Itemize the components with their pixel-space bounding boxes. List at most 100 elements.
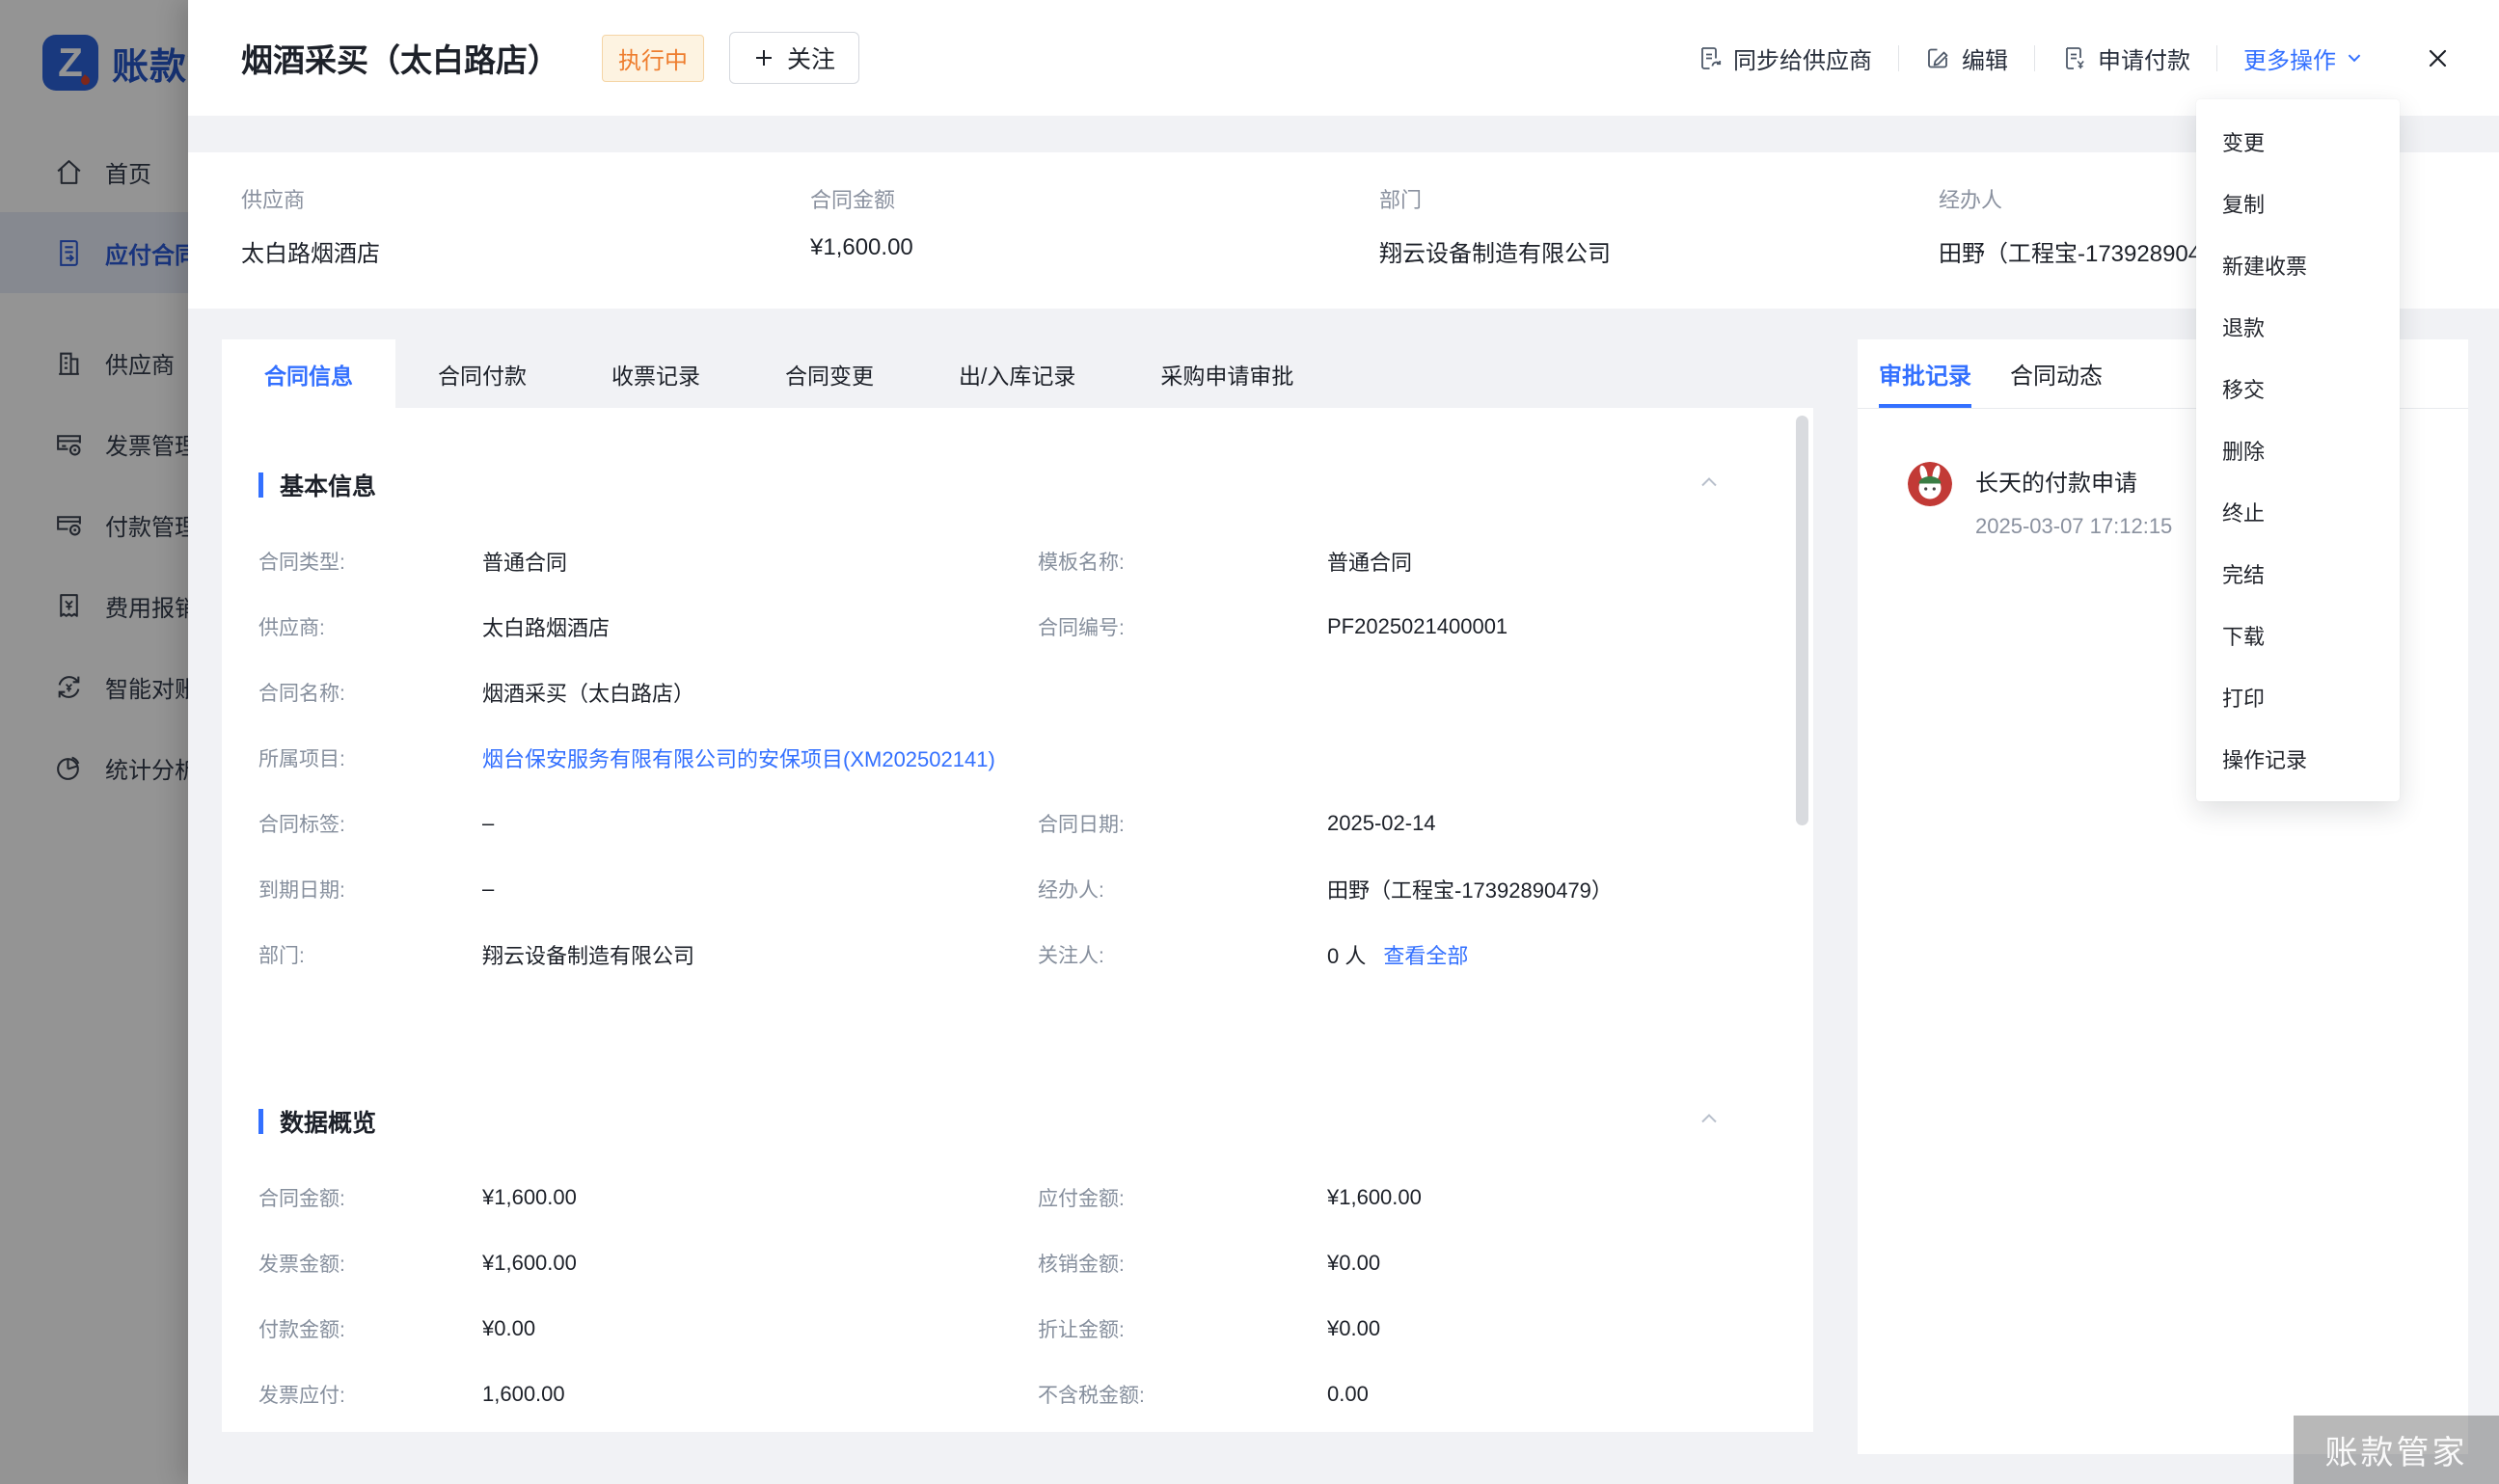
divider — [1898, 45, 1899, 71]
data-overview-fields: 合同金额:¥1,600.00 应付金额:¥1,600.00 发票金额:¥1,60… — [258, 1165, 1763, 1427]
summary-department: 部门 翔云设备制造有限公司 — [1379, 183, 1939, 309]
tab-receipt-records[interactable]: 收票记录 — [569, 339, 743, 408]
sync-to-supplier-label: 同步给供应商 — [1733, 41, 1872, 75]
basic-info-section-header: 基本信息 — [258, 468, 1777, 502]
summary-department-label: 部门 — [1379, 183, 1939, 214]
supplier-value: 太白路烟酒店 — [482, 611, 610, 642]
data-overview-title: 数据概览 — [280, 1104, 376, 1139]
contract-name-value: 烟酒采买（太白路店） — [482, 677, 694, 708]
writeoff-amount-label: 核销金额: — [1038, 1249, 1327, 1278]
main-tabs: 合同信息 合同付款 收票记录 合同变更 出/入库记录 采购申请审批 — [222, 339, 1336, 408]
chevron-up-icon — [1697, 470, 1722, 495]
section-accent-bar — [258, 472, 263, 498]
menu-item-print[interactable]: 打印 — [2196, 666, 2400, 728]
contract-summary-bar: 供应商 太白路烟酒店 合同金额 ¥1,600.00 部门 翔云设备制造有限公司 … — [188, 152, 2499, 309]
tab-inout-warehouse[interactable]: 出/入库记录 — [916, 339, 1118, 408]
sync-to-supplier-button[interactable]: 同步给供应商 — [1697, 41, 1872, 75]
contract-date-label: 合同日期: — [1038, 809, 1327, 838]
tax-excluded-value: 0.00 — [1327, 1382, 1369, 1407]
department-label: 部门: — [258, 940, 482, 969]
invoice-amount-label: 发票金额: — [258, 1249, 482, 1278]
summary-amount-label: 合同金额 — [810, 183, 1379, 214]
field-row: 部门:翔云设备制造有限公司 关注人:0 人查看全部 — [258, 922, 1763, 987]
contract-tag-value: – — [482, 811, 494, 836]
status-badge: 执行中 — [602, 35, 704, 82]
contract-detail-drawer: 烟酒采买（太白路店） 执行中 关注 同步给供应商 编辑 申请 — [188, 0, 2499, 1484]
template-name-value: 普通合同 — [1327, 546, 1412, 577]
follow-button-label: 关注 — [787, 40, 835, 75]
payable-amount-value: ¥1,600.00 — [1327, 1185, 1422, 1210]
more-actions-button[interactable]: 更多操作 — [2243, 41, 2364, 75]
basic-info-title: 基本信息 — [280, 468, 376, 502]
divider — [2216, 45, 2217, 71]
contract-name-label: 合同名称: — [258, 678, 482, 707]
field-row: 合同标签:– 合同日期:2025-02-14 — [258, 791, 1763, 856]
menu-item-copy[interactable]: 复制 — [2196, 173, 2400, 234]
paid-amount-label: 付款金额: — [258, 1314, 482, 1343]
edit-button[interactable]: 编辑 — [1925, 41, 2008, 75]
tab-contract-activity[interactable]: 合同动态 — [2010, 339, 2103, 408]
edit-label: 编辑 — [1962, 41, 2008, 75]
supplier-label: 供应商: — [258, 612, 482, 641]
discount-amount-value: ¥0.00 — [1327, 1316, 1380, 1341]
menu-item-download[interactable]: 下载 — [2196, 605, 2400, 666]
project-label: 所属项目: — [258, 743, 482, 772]
field-row: 供应商:太白路烟酒店 合同编号:PF2025021400001 — [258, 594, 1763, 660]
menu-item-new-receipt[interactable]: 新建收票 — [2196, 234, 2400, 296]
contract-amount-value: ¥1,600.00 — [482, 1185, 577, 1210]
modal-backdrop[interactable] — [0, 0, 188, 1484]
menu-item-transfer[interactable]: 移交 — [2196, 358, 2400, 419]
field-row: 合同类型:普通合同 模板名称:普通合同 — [258, 528, 1763, 594]
chevron-down-icon — [2345, 48, 2364, 67]
watermark: 账款管家 — [2294, 1416, 2499, 1484]
tax-excluded-label: 不含税金额: — [1038, 1380, 1327, 1409]
avatar — [1908, 462, 1952, 506]
scrollbar-thumb[interactable] — [1796, 416, 1808, 825]
contract-no-value: PF2025021400001 — [1327, 614, 1508, 639]
header-actions: 同步给供应商 编辑 申请付款 更多操作 — [1697, 41, 2451, 75]
more-actions-menu: 变更 复制 新建收票 退款 移交 删除 终止 完结 下载 打印 操作记录 — [2196, 99, 2400, 801]
invoice-amount-value: ¥1,600.00 — [482, 1251, 577, 1276]
menu-item-operation-log[interactable]: 操作记录 — [2196, 728, 2400, 790]
contract-info-panel: 基本信息 合同类型:普通合同 模板名称:普通合同 供应商:太白路烟酒店 合同编号… — [222, 408, 1813, 1432]
tab-contract-changes[interactable]: 合同变更 — [743, 339, 916, 408]
summary-supplier-value: 太白路烟酒店 — [241, 234, 810, 268]
field-row: 发票应付:1,600.00 不含税金额:0.00 — [258, 1362, 1763, 1427]
menu-item-delete[interactable]: 删除 — [2196, 419, 2400, 481]
field-row: 付款金额:¥0.00 折让金额:¥0.00 — [258, 1296, 1763, 1362]
tab-approval-records[interactable]: 审批记录 — [1879, 339, 1971, 408]
summary-supplier: 供应商 太白路烟酒店 — [241, 183, 810, 309]
followers-count: 0 人 — [1327, 939, 1366, 970]
followers-label: 关注人: — [1038, 940, 1327, 969]
agent-value: 田野（工程宝-17392890479） — [1327, 874, 1613, 904]
menu-item-refund[interactable]: 退款 — [2196, 296, 2400, 358]
basic-info-fields: 合同类型:普通合同 模板名称:普通合同 供应商:太白路烟酒店 合同编号:PF20… — [258, 528, 1763, 987]
project-link[interactable]: 烟台保安服务有限有限公司的安保项目(XM202502141) — [482, 742, 995, 773]
discount-amount-label: 折让金额: — [1038, 1314, 1327, 1343]
request-payment-button[interactable]: 申请付款 — [2061, 41, 2190, 75]
collapse-data-overview-button[interactable] — [1697, 1106, 1722, 1131]
collapse-basic-info-button[interactable] — [1697, 470, 1722, 495]
template-name-label: 模板名称: — [1038, 547, 1327, 576]
contract-type-label: 合同类型: — [258, 547, 482, 576]
edit-icon — [1925, 45, 1951, 71]
tab-purchase-approval[interactable]: 采购申请审批 — [1118, 339, 1336, 408]
menu-item-change[interactable]: 变更 — [2196, 111, 2400, 173]
contract-date-value: 2025-02-14 — [1327, 811, 1436, 836]
field-row: 发票金额:¥1,600.00 核销金额:¥0.00 — [258, 1230, 1763, 1296]
more-actions-label: 更多操作 — [2243, 41, 2336, 75]
app-root: Z 账款管家 首页 应付合同 供应商 发票管理 付款管理 — [0, 0, 2499, 1484]
tab-contract-payment[interactable]: 合同付款 — [395, 339, 569, 408]
menu-item-terminate[interactable]: 终止 — [2196, 481, 2400, 543]
close-button[interactable] — [2425, 45, 2451, 71]
field-row: 到期日期:– 经办人:田野（工程宝-17392890479） — [258, 856, 1763, 922]
menu-item-finish[interactable]: 完结 — [2196, 543, 2400, 605]
approval-record-time: 2025-03-07 17:12:15 — [1975, 514, 2172, 539]
tab-contract-info[interactable]: 合同信息 — [222, 339, 395, 408]
writeoff-amount-value: ¥0.00 — [1327, 1251, 1380, 1276]
follow-button[interactable]: 关注 — [729, 32, 859, 84]
summary-amount-value: ¥1,600.00 — [810, 234, 1379, 261]
rabbit-avatar-icon — [1908, 462, 1952, 506]
view-all-followers-link[interactable]: 查看全部 — [1383, 939, 1468, 970]
drawer-header: 烟酒采买（太白路店） 执行中 关注 同步给供应商 编辑 申请 — [188, 0, 2499, 116]
